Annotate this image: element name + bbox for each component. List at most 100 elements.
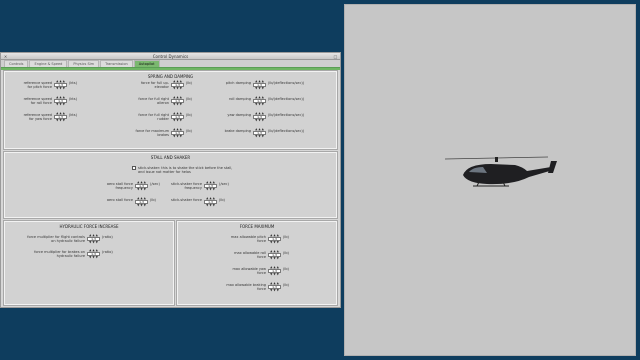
- max-allowable-braking-force-label: max allowable braking force: [226, 283, 266, 291]
- aero-stall-force-frequency-label: aero stall force frequency: [106, 182, 133, 190]
- reference-speed-for-yaw-force-spinner[interactable]: ▲ ▲ ▲ 1.3 ▼ ▼ ▼: [54, 112, 67, 122]
- tab-underline: [1, 68, 340, 70]
- force-maximum-panel: FORCE MAXIMUM max allowable pitch force ▲…: [176, 220, 338, 306]
- yaw-damping-spinner[interactable]: ▲ ▲ ▲ 1.3 ▼ ▼ ▼: [253, 112, 266, 122]
- stick-shaker-checkbox[interactable]: [132, 166, 136, 170]
- max-allowable-yaw-force-spinner[interactable]: ▲ ▲ ▲ 1.3 ▼ ▼ ▼: [268, 266, 281, 276]
- roll-damping-unit: (lb/(deflections/sec)): [268, 97, 305, 101]
- decrement-arrows-icon[interactable]: ▼ ▼ ▼: [268, 241, 281, 244]
- decrement-arrows-icon[interactable]: ▼ ▼ ▼: [171, 135, 184, 138]
- decrement-arrows-icon[interactable]: ▼ ▼ ▼: [54, 87, 67, 90]
- stall-shaker-panel: STALL AND SHAKER stick-shaker: this is t…: [3, 151, 338, 219]
- decrement-arrows-icon[interactable]: ▼ ▼ ▼: [171, 87, 184, 90]
- max-allowable-roll-force-label: max allowable roll force: [234, 251, 266, 259]
- force-for-full-right-rudder-spinner[interactable]: ▲ ▲ ▲ 1.3 ▼ ▼ ▼: [171, 112, 184, 122]
- max-allowable-pitch-force-label: max allowable pitch force: [230, 235, 266, 243]
- force-for-full-up-elevator-label: force for full up-elevator: [140, 81, 169, 89]
- max-allowable-braking-force-spinner[interactable]: ▲ ▲ ▲ 1.3 ▼ ▼ ▼: [268, 282, 281, 292]
- force-for-maximum-brakes-spinner[interactable]: ▲ ▲ ▲ 1.3 ▼ ▼ ▼: [171, 128, 184, 138]
- aero-stall-force-spinner[interactable]: ▲ ▲ ▲ 1.3 ▼ ▼ ▼: [135, 197, 148, 207]
- stick-shaker-force-frequency-label: stick-shaker force frequency: [171, 182, 202, 190]
- decrement-arrows-icon[interactable]: ▼ ▼ ▼: [54, 103, 67, 106]
- pitch-damping-unit: (lb/(deflections/sec)): [268, 81, 305, 85]
- panel-title: HYDRAULIC FORCE INCREASE: [59, 224, 119, 229]
- stick-shaker-checkbox-label: stick-shaker: this is to shake the stick…: [138, 166, 233, 174]
- tab-bar: Controls Engine & Speed Physics Sim Tran…: [1, 60, 340, 68]
- brake-damping-spinner[interactable]: ▲ ▲ ▲ 1.3 ▼ ▼ ▼: [253, 128, 266, 138]
- stick-shaker-force-spinner[interactable]: ▲ ▲ ▲ 1.3 ▼ ▼ ▼: [204, 197, 217, 207]
- decrement-arrows-icon[interactable]: ▼ ▼ ▼: [253, 119, 266, 122]
- panel-title: STALL AND SHAKER: [150, 155, 191, 160]
- reference-speed-for-roll-force-label: reference speed for roll force: [23, 97, 52, 105]
- force-multiplier-for-flight-controls-on-hydraulic-failure-spinner[interactable]: ▲ ▲ ▲ 1.3 ▼ ▼ ▼: [87, 234, 100, 244]
- force-multiplier-for-brakes-on-hydraulic-failure-unit: (ratio): [102, 250, 113, 254]
- stick-shaker-force-label: stick-shaker force: [171, 198, 202, 202]
- force-multiplier-for-flight-controls-on-hydraulic-failure-unit: (ratio): [102, 235, 113, 239]
- aero-stall-force-unit: (lb): [150, 198, 156, 202]
- decrement-arrows-icon[interactable]: ▼ ▼ ▼: [253, 103, 266, 106]
- tab-engine-speed[interactable]: Engine & Speed: [29, 60, 68, 67]
- window-titlebar[interactable]: ✕ Control Dynamics □: [1, 53, 340, 60]
- max-allowable-yaw-force-label: max allowable yaw force: [232, 267, 266, 275]
- max-allowable-roll-force-unit: (lb): [283, 251, 289, 255]
- hydraulic-force-panel: HYDRAULIC FORCE INCREASE force multiplie…: [3, 220, 175, 306]
- control-dynamics-window: ✕ Control Dynamics □ Controls Engine & S…: [0, 52, 341, 308]
- decrement-arrows-icon[interactable]: ▼ ▼ ▼: [135, 204, 148, 207]
- max-allowable-pitch-force-spinner[interactable]: ▲ ▲ ▲ 1.3 ▼ ▼ ▼: [268, 234, 281, 244]
- max-allowable-pitch-force-unit: (lb): [283, 235, 289, 239]
- force-for-full-right-aileron-label: force for full right aileron: [138, 97, 169, 105]
- stick-shaker-force-frequency-unit: (/sec): [219, 182, 229, 186]
- aero-stall-force-label: aero stall force: [106, 198, 133, 202]
- force-for-maximum-brakes-unit: (lb): [186, 129, 192, 133]
- force-multiplier-for-brakes-on-hydraulic-failure-label: force multiplier for brakes on hydraulic…: [34, 250, 85, 258]
- stick-shaker-force-frequency-spinner[interactable]: ▲ ▲ ▲ 1.3 ▼ ▼ ▼: [204, 181, 217, 191]
- decrement-arrows-icon[interactable]: ▼ ▼ ▼: [87, 256, 100, 259]
- decrement-arrows-icon[interactable]: ▼ ▼ ▼: [171, 119, 184, 122]
- force-multiplier-for-brakes-on-hydraulic-failure-spinner[interactable]: ▲ ▲ ▲ 1.3 ▼ ▼ ▼: [87, 249, 100, 259]
- decrement-arrows-icon[interactable]: ▼ ▼ ▼: [204, 188, 217, 191]
- reference-speed-for-roll-force-spinner[interactable]: ▲ ▲ ▲ 1.3 ▼ ▼ ▼: [54, 96, 67, 106]
- roll-damping-spinner[interactable]: ▲ ▲ ▲ 1.3 ▼ ▼ ▼: [253, 96, 266, 106]
- decrement-arrows-icon[interactable]: ▼ ▼ ▼: [171, 103, 184, 106]
- maximize-icon[interactable]: □: [333, 54, 338, 59]
- decrement-arrows-icon[interactable]: ▼ ▼ ▼: [87, 241, 100, 244]
- max-allowable-braking-force-unit: (lb): [283, 283, 289, 287]
- force-for-full-right-aileron-unit: (lb): [186, 97, 192, 101]
- decrement-arrows-icon[interactable]: ▼ ▼ ▼: [135, 188, 148, 191]
- decrement-arrows-icon[interactable]: ▼ ▼ ▼: [253, 87, 266, 90]
- aero-stall-force-frequency-unit: (/sec): [150, 182, 160, 186]
- reference-speed-for-roll-force-unit: (kts): [69, 97, 77, 101]
- decrement-arrows-icon[interactable]: ▼ ▼ ▼: [268, 289, 281, 292]
- panel-title: FORCE MAXIMUM: [239, 224, 275, 229]
- tab-controls[interactable]: Controls: [4, 60, 29, 67]
- yaw-damping-label: yaw damping: [227, 113, 251, 117]
- force-for-maximum-brakes-label: force for maximum brakes: [135, 129, 170, 137]
- force-for-full-up-elevator-unit: (lb): [186, 81, 192, 85]
- reference-speed-for-yaw-force-unit: (kts): [69, 113, 77, 117]
- helicopter-model: [444, 156, 557, 187]
- max-allowable-roll-force-spinner[interactable]: ▲ ▲ ▲ 1.3 ▼ ▼ ▼: [268, 250, 281, 260]
- decrement-arrows-icon[interactable]: ▼ ▼ ▼: [268, 257, 281, 260]
- decrement-arrows-icon[interactable]: ▼ ▼ ▼: [54, 119, 67, 122]
- pitch-damping-spinner[interactable]: ▲ ▲ ▲ 1.3 ▼ ▼ ▼: [253, 80, 266, 90]
- reference-speed-for-pitch-force-spinner[interactable]: ▲ ▲ ▲ 1.3 ▼ ▼ ▼: [54, 80, 67, 90]
- force-for-full-right-aileron-spinner[interactable]: ▲ ▲ ▲ 1.3 ▼ ▼ ▼: [171, 96, 184, 106]
- decrement-arrows-icon[interactable]: ▼ ▼ ▼: [268, 273, 281, 276]
- tab-autopilot[interactable]: Autopilot: [133, 60, 160, 67]
- decrement-arrows-icon[interactable]: ▼ ▼ ▼: [204, 204, 217, 207]
- force-for-full-right-rudder-unit: (lb): [186, 113, 192, 117]
- brake-damping-unit: (lb/(deflections/sec)): [268, 129, 305, 133]
- panel-title: SPRING AND DAMPING: [147, 74, 194, 79]
- brake-damping-label: brake damping: [224, 129, 251, 133]
- yaw-damping-unit: (lb/(deflections/sec)): [268, 113, 305, 117]
- force-for-full-right-rudder-label: force for full right rudder: [138, 113, 169, 121]
- aero-stall-force-frequency-spinner[interactable]: ▲ ▲ ▲ 1.3 ▼ ▼ ▼: [135, 181, 148, 191]
- aircraft-preview-viewport[interactable]: [344, 4, 636, 356]
- max-allowable-yaw-force-unit: (lb): [283, 267, 289, 271]
- force-for-full-up-elevator-spinner[interactable]: ▲ ▲ ▲ 1.3 ▼ ▼ ▼: [171, 80, 184, 90]
- decrement-arrows-icon[interactable]: ▼ ▼ ▼: [253, 135, 266, 138]
- reference-speed-for-yaw-force-label: reference speed for yaw force: [23, 113, 52, 121]
- spring-damping-panel: SPRING AND DAMPING reference speed for p…: [3, 70, 338, 150]
- tab-physics-sim[interactable]: Physics Sim: [68, 60, 100, 67]
- tab-transmission[interactable]: Transmission: [100, 60, 133, 67]
